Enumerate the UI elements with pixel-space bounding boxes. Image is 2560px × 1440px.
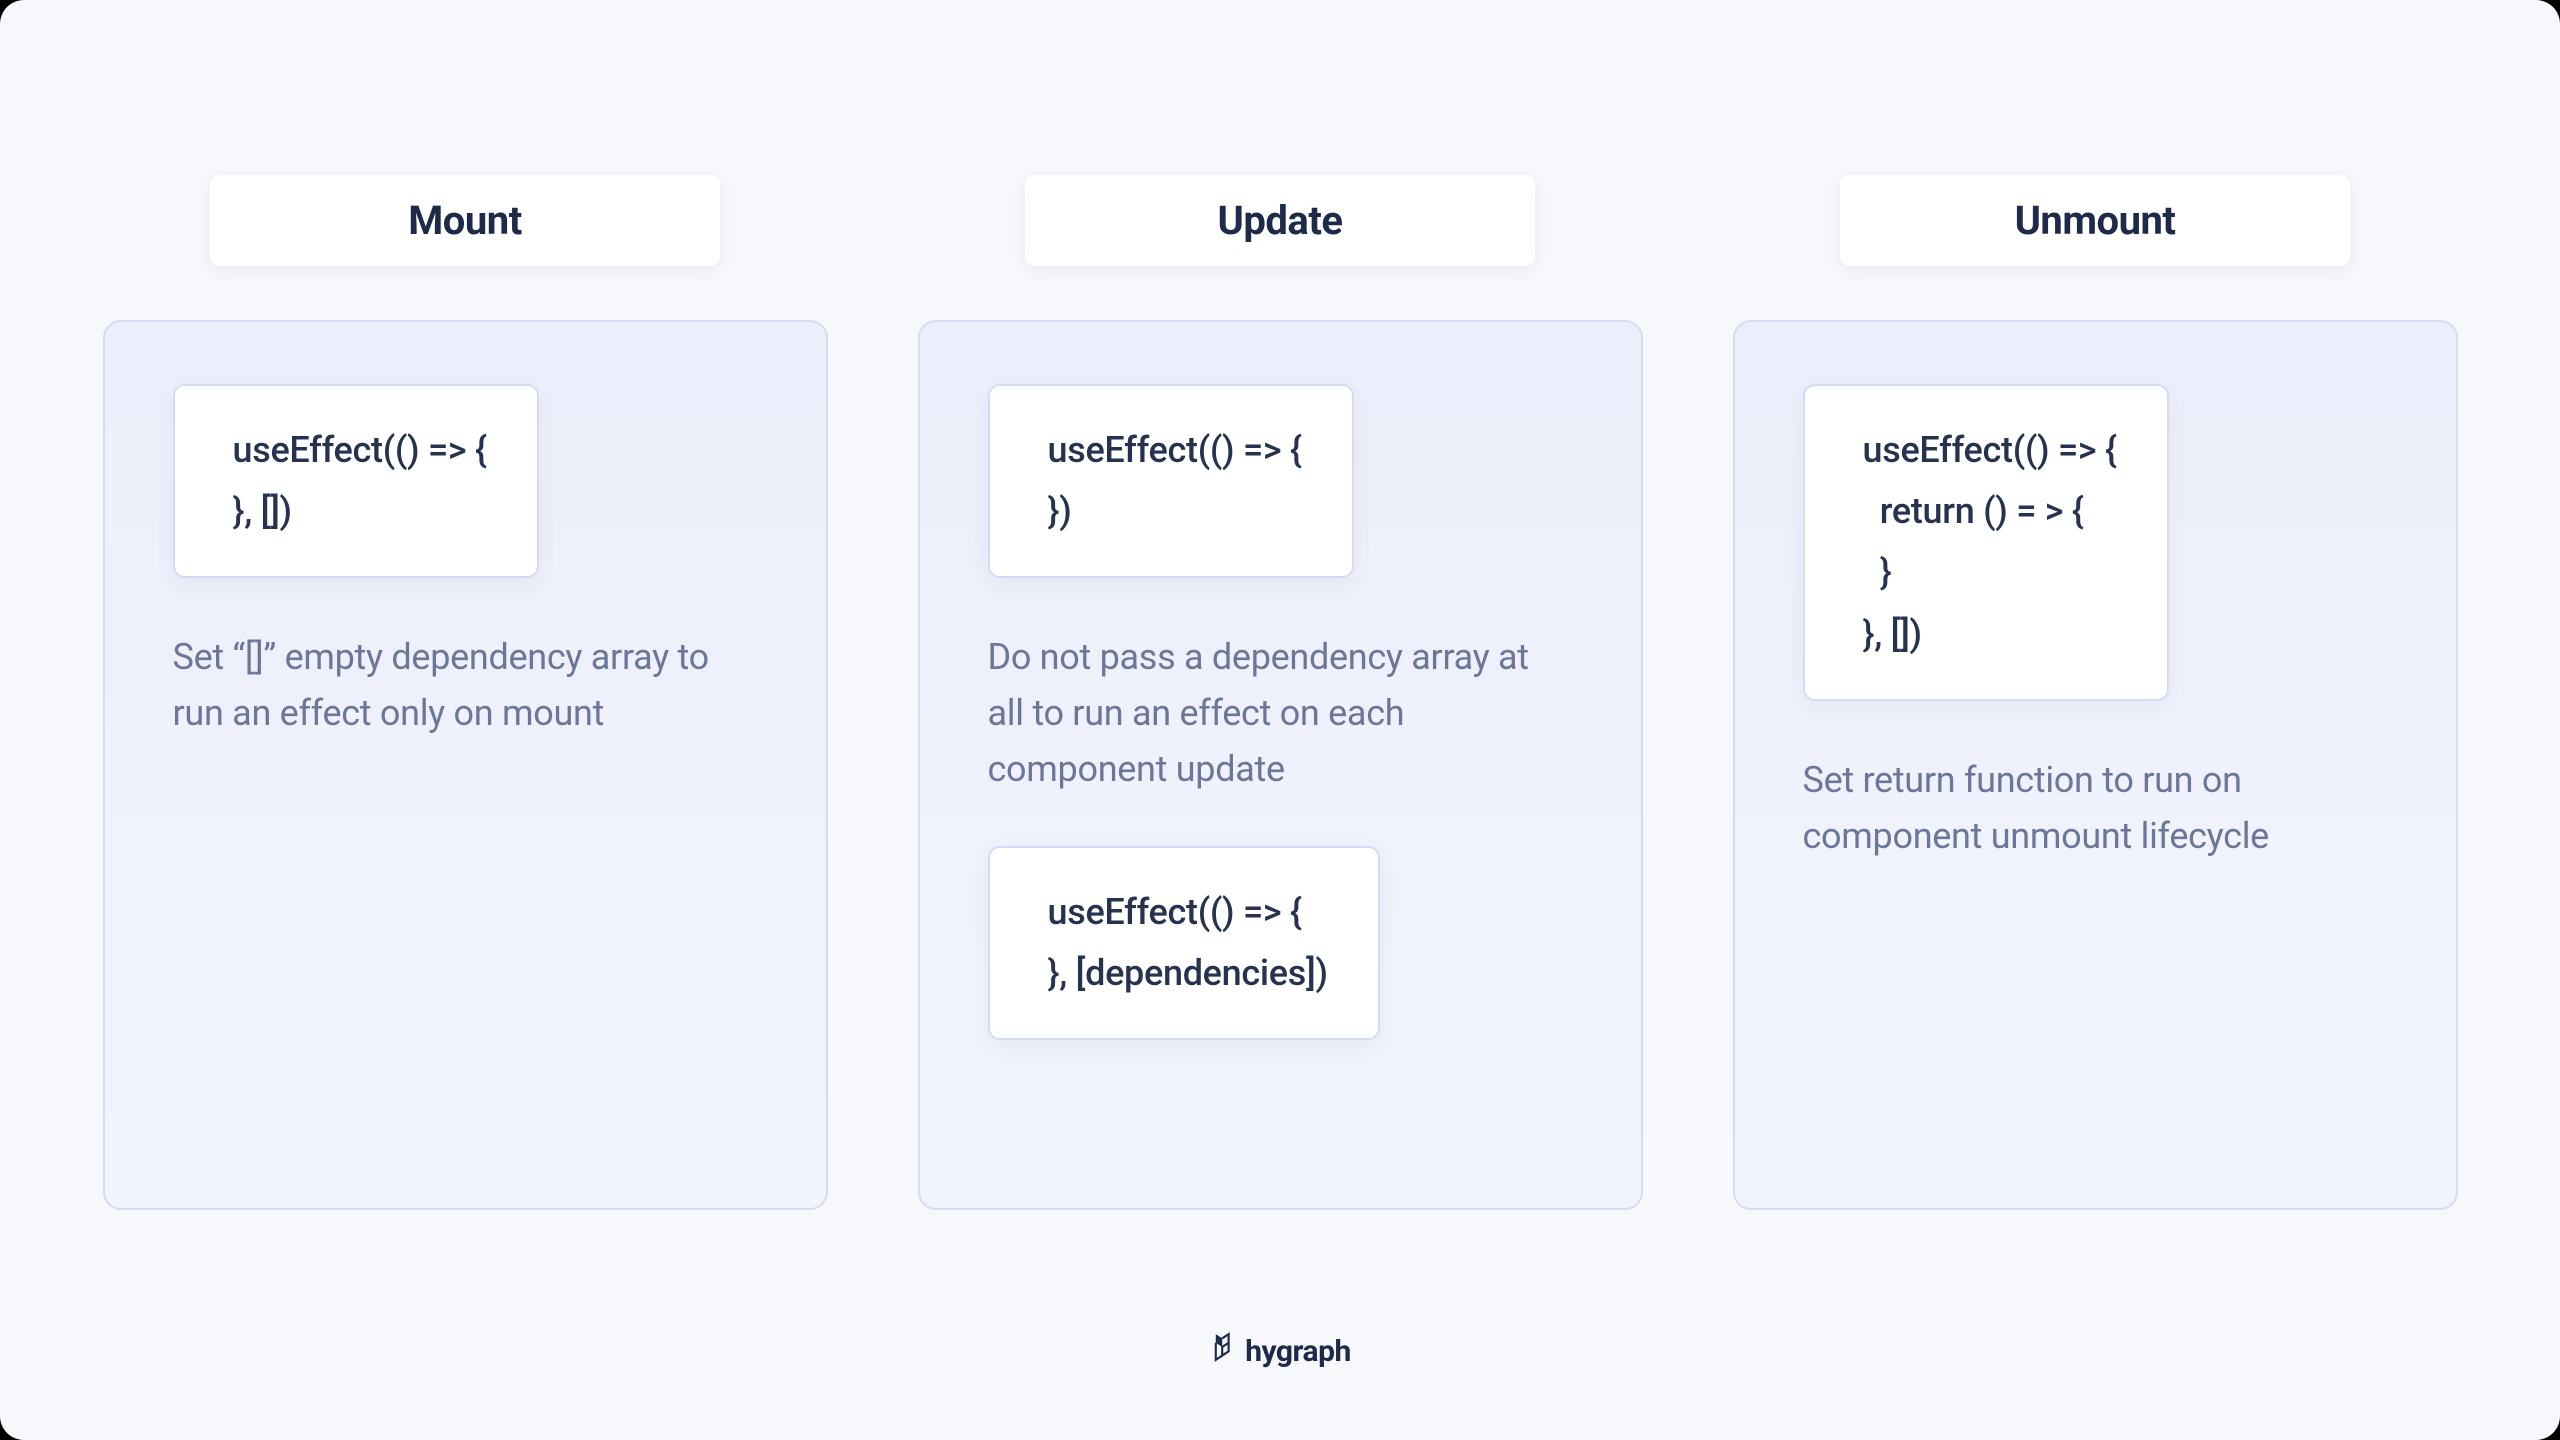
code-snippet-update-deps: useEffect(() => { }, [dependencies]) xyxy=(988,846,1380,1040)
column-panel: useEffect(() => { }) Do not pass a depen… xyxy=(918,320,1643,1210)
column-title-chip: Mount xyxy=(210,175,720,266)
code-line: useEffect(() => { xyxy=(233,420,487,481)
code-line: }, []) xyxy=(233,481,487,542)
code-line: useEffect(() => { xyxy=(1863,420,2117,481)
column-title-chip: Unmount xyxy=(1840,175,2350,266)
code-snippet-mount: useEffect(() => { }, []) xyxy=(173,384,539,578)
column-description: Set “[]” empty dependency array to run a… xyxy=(173,630,758,742)
code-line: useEffect(() => { xyxy=(1048,420,1302,481)
column-panel: useEffect(() => { }, []) Set “[]” empty … xyxy=(103,320,828,1210)
column-title: Unmount xyxy=(2015,197,2176,244)
column-panel: useEffect(() => { return () = > { } }, [… xyxy=(1733,320,2458,1210)
lifecycle-column-update: Update useEffect(() => { }) Do not pass … xyxy=(918,175,1643,1210)
code-line: }) xyxy=(1048,481,1302,542)
code-line: } xyxy=(1863,542,2117,603)
code-line: }, []) xyxy=(1863,604,2117,665)
code-snippet-unmount: useEffect(() => { return () = > { } }, [… xyxy=(1803,384,2169,701)
code-line: return () = > { xyxy=(1863,481,2117,542)
column-description: Do not pass a dependency array at all to… xyxy=(988,630,1573,797)
diagram-canvas: Mount useEffect(() => { }, []) Set “[]” … xyxy=(0,0,2560,1440)
code-snippet-update-nodeps: useEffect(() => { }) xyxy=(988,384,1354,578)
column-title: Mount xyxy=(408,197,521,244)
column-title: Update xyxy=(1218,197,1343,244)
columns-row: Mount useEffect(() => { }, []) Set “[]” … xyxy=(0,0,2560,1210)
lifecycle-column-unmount: Unmount useEffect(() => { return () = > … xyxy=(1733,175,2458,1210)
brand-logo: hygraph xyxy=(1209,1332,1351,1370)
column-title-chip: Update xyxy=(1025,175,1535,266)
hygraph-icon xyxy=(1209,1332,1235,1370)
lifecycle-column-mount: Mount useEffect(() => { }, []) Set “[]” … xyxy=(103,175,828,1210)
brand-name: hygraph xyxy=(1245,1334,1351,1369)
column-description: Set return function to run on component … xyxy=(1803,753,2388,865)
code-line: }, [dependencies]) xyxy=(1048,943,1328,1004)
code-line: useEffect(() => { xyxy=(1048,882,1328,943)
